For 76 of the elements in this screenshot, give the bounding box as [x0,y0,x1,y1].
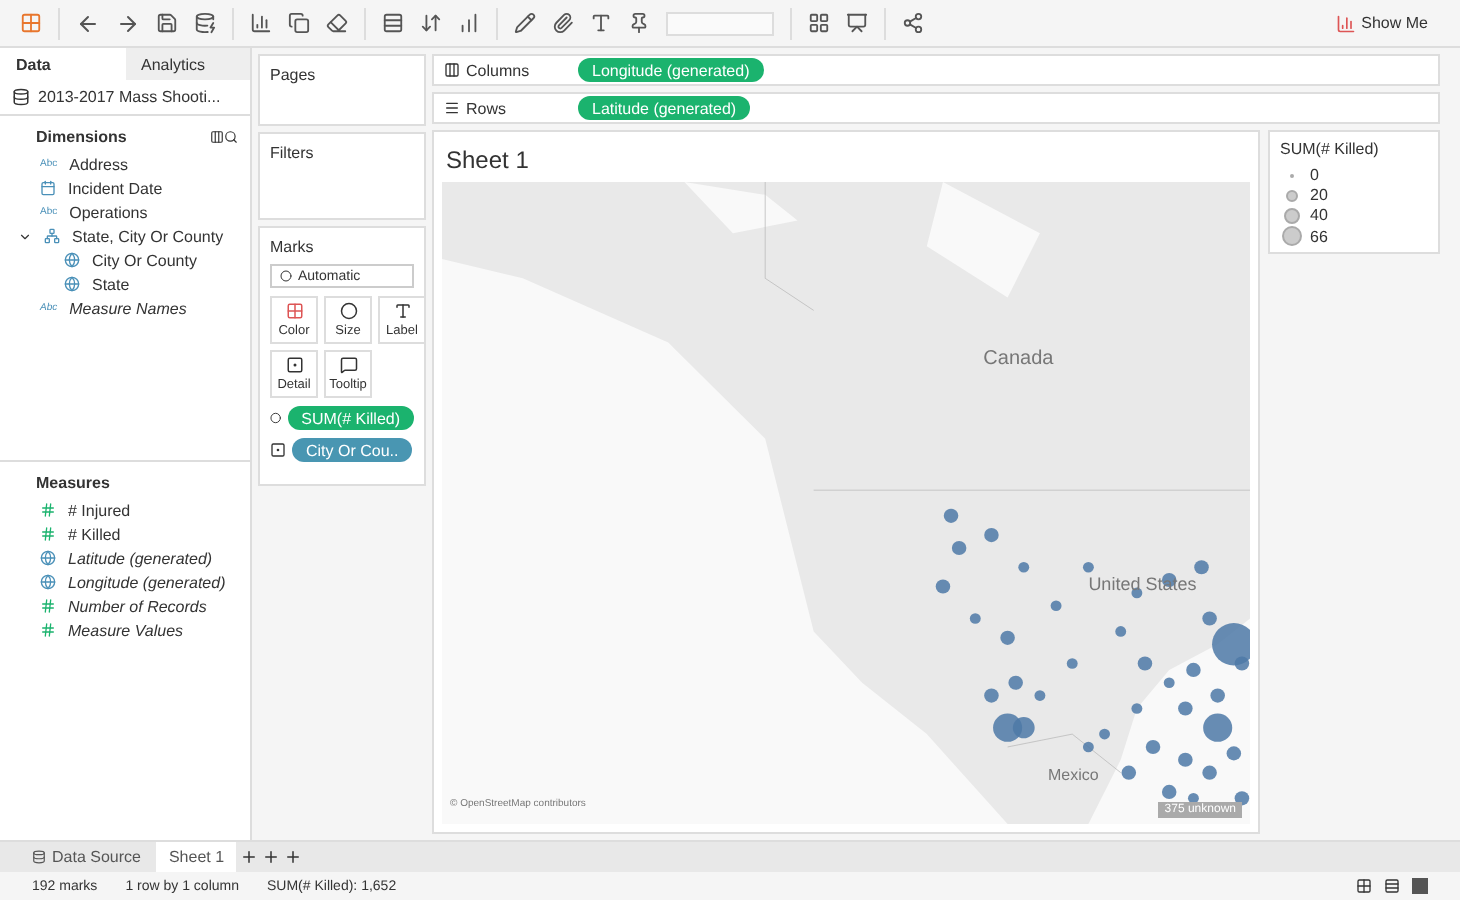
dots-icon [270,442,286,458]
columns-icon [444,62,460,78]
globe-icon [64,252,80,268]
legend-label: 20 [1310,186,1328,204]
field-name[interactable]: Incident Date [68,179,163,197]
field-name[interactable]: Longitude (generated) [68,573,226,592]
rows-icon [1384,878,1400,894]
circle-icon [280,270,292,282]
globe-icon [40,550,56,567]
duplicate-icon [288,12,310,34]
shelf-label: Columns [466,61,530,79]
field-name[interactable]: Operations [69,203,148,221]
hash-icon [40,526,56,543]
calendar-icon [40,180,56,196]
field-name[interactable]: Address [69,155,128,173]
search-icon [224,130,238,144]
globe-icon [64,276,80,292]
sheet-tab[interactable]: Sheet 1 [156,841,237,873]
size-circle-icon [1285,189,1297,201]
legend-label: 66 [1310,227,1328,245]
size-circle-icon [1281,226,1301,246]
hash-icon [40,598,56,615]
size-circle-icon [1283,207,1299,223]
database-icon [32,850,46,864]
redo-icon [116,11,140,35]
card-title: Marks [270,238,316,256]
fill-view-icon [1412,878,1428,894]
legend-label: 40 [1310,206,1328,224]
globe-icon [40,574,56,591]
map-label: United States [1088,573,1197,594]
save-icon [156,12,178,34]
dots-icon [285,356,303,374]
field-name[interactable]: Measure Values [68,621,184,640]
show-me-button[interactable]: Show Me [1323,11,1440,35]
new-datasource-icon [194,12,216,34]
rows-icon [444,100,460,116]
card-title: Filters [270,144,316,162]
hash-icon [40,502,56,519]
section-title: Measures [36,474,110,493]
legend-title: SUM(# Killed) [1280,140,1381,158]
field-name[interactable]: Latitude (generated) [68,549,213,568]
field-name[interactable]: City Or County [92,251,197,269]
speech-bubble-icon [339,356,357,374]
fit-icon [808,12,830,34]
field-name[interactable]: # Injured [68,501,131,520]
color-swatch-icon [285,302,303,320]
field-name[interactable]: # Killed [68,525,121,544]
field-name[interactable]: Measure Names [69,299,187,317]
label-icon [393,302,411,320]
share-icon [902,12,924,34]
hash-icon [40,622,56,639]
dropdown[interactable] [666,11,774,35]
paperclip-icon [552,12,574,34]
presentation-icon [846,12,868,34]
hierarchy-icon [44,228,60,244]
text-icon [590,12,612,34]
sheet-title: Sheet 1 [444,144,531,178]
undo-icon [76,11,100,35]
field-name[interactable]: State [92,275,130,293]
map-label: Canada [983,348,1054,371]
card-title: Pages [270,66,318,84]
sheet-tab[interactable]: Data Source [20,841,153,873]
pin-icon [628,12,650,34]
pencil-icon [514,12,536,34]
legend-label: 0 [1310,166,1319,184]
clear-icon [326,12,348,34]
chart-icon [1335,13,1356,33]
logo-icon [20,12,42,34]
map-label: Mexico [1048,766,1099,785]
field-name[interactable]: Number of Records [68,597,207,616]
database-icon [12,88,30,106]
section-title: Dimensions [36,128,129,146]
shelf-label: Rows [466,99,507,117]
pane-tab[interactable]: Analytics [125,48,250,80]
field-name[interactable]: State, City Or County [72,227,224,245]
datasource-name[interactable]: 2013-2017 Mass Shooti... [38,88,221,106]
